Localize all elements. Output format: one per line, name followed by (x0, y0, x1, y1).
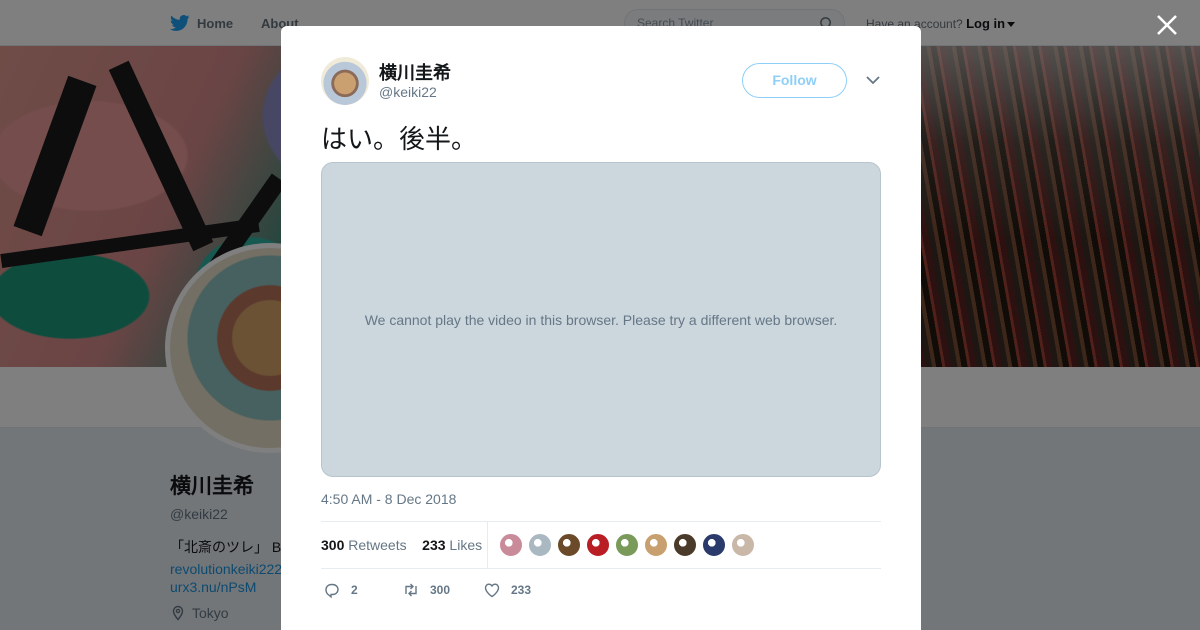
liker-avatar[interactable] (702, 533, 726, 557)
retweet-action-count: 300 (430, 583, 451, 597)
tweet-timestamp[interactable]: 4:50 AM - 8 Dec 2018 (321, 491, 456, 507)
liker-avatar[interactable] (615, 533, 639, 557)
liker-avatar[interactable] (557, 533, 581, 557)
author-name[interactable]: 横川圭希 (379, 59, 451, 85)
retweets-stat[interactable]: 300 Retweets (321, 537, 407, 553)
liker-avatar[interactable] (673, 533, 697, 557)
like-action[interactable]: 233 (483, 581, 531, 599)
liker-avatars (499, 533, 755, 557)
tweet-actions: 2 300 233 (321, 581, 881, 601)
video-player[interactable]: We cannot play the video in this browser… (321, 162, 881, 477)
retweet-icon (405, 583, 417, 597)
liker-avatar[interactable] (731, 533, 755, 557)
retweet-label: Retweets (348, 537, 407, 553)
chevron-down-icon[interactable] (865, 74, 881, 86)
tweet-modal: 横川圭希 @keiki22 Follow はい。後半。 We cannot pl… (281, 26, 921, 630)
tweet-text: はい。後半。 (321, 125, 478, 155)
retweet-count: 300 (321, 537, 345, 553)
reply-count: 2 (351, 583, 358, 597)
liker-avatar[interactable] (528, 533, 552, 557)
like-label: Likes (449, 537, 483, 553)
follow-button[interactable]: Follow (742, 63, 847, 98)
retweet-action[interactable]: 300 (402, 581, 450, 599)
close-icon[interactable] (1154, 12, 1180, 38)
stats-counts: 300 Retweets 233 Likes (321, 537, 482, 553)
heart-icon (484, 583, 500, 598)
stats-divider (487, 522, 488, 569)
like-count: 233 (422, 537, 446, 553)
video-error-message: We cannot play the video in this browser… (364, 312, 838, 328)
reply-icon (325, 583, 339, 599)
like-action-count: 233 (511, 583, 532, 597)
liker-avatar[interactable] (499, 533, 523, 557)
author-handle[interactable]: @keiki22 (379, 84, 437, 100)
liker-avatar[interactable] (586, 533, 610, 557)
author-avatar[interactable] (321, 57, 369, 105)
tweet-stats: 300 Retweets 233 Likes (321, 521, 881, 569)
reply-action[interactable]: 2 (323, 581, 358, 599)
likes-stat[interactable]: 233 Likes (422, 537, 482, 553)
liker-avatar[interactable] (644, 533, 668, 557)
